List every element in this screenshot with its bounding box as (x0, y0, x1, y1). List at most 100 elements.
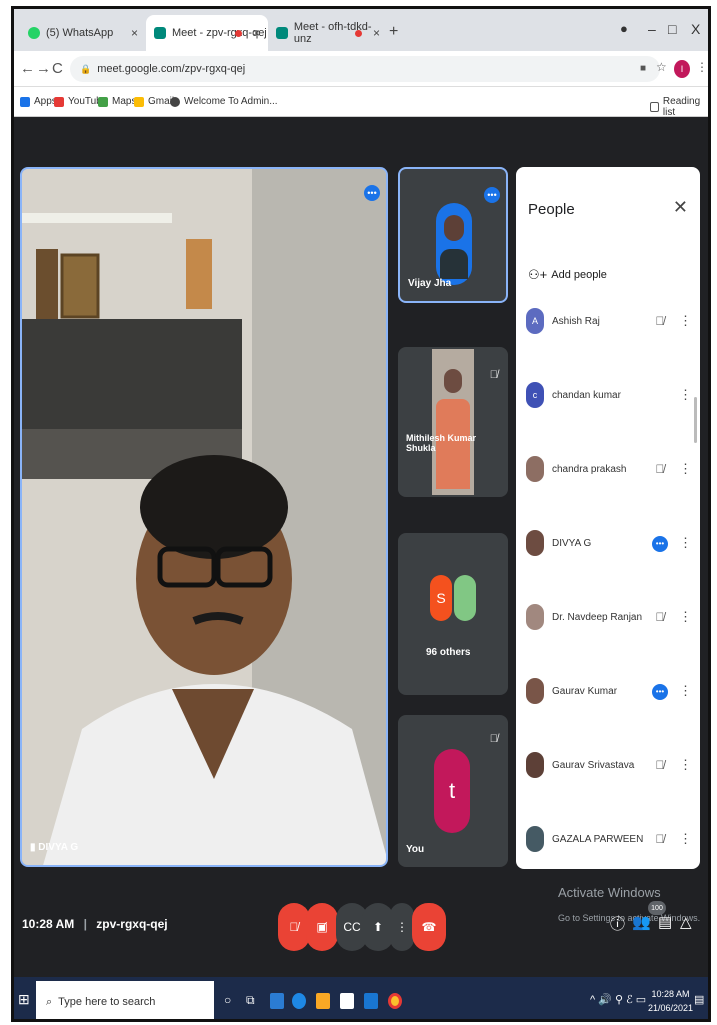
back-icon[interactable]: ← (20, 60, 35, 77)
participant-name: Ashish Raj (552, 315, 600, 327)
url-input[interactable]: 🔒 meet.google.com/zpv-rgxq-qej (70, 56, 660, 82)
participant-tile-vijay[interactable]: ••• Vijay Jha (398, 167, 508, 303)
info-icon[interactable]: ⓘ (610, 913, 625, 934)
camera-indicator-icon[interactable]: ■ (640, 63, 646, 74)
windows-start-icon[interactable]: ⊞ (18, 991, 30, 1008)
avatar-photo (454, 575, 476, 621)
maximize-button[interactable]: □ (668, 21, 676, 37)
profile-avatar[interactable]: I (674, 60, 690, 78)
meeting-time: 10:28 AM (22, 917, 75, 931)
speaker-video (22, 169, 386, 865)
lock-icon: 🔒 (80, 63, 92, 74)
tab-title: (5) WhatsApp (46, 27, 114, 39)
tab-meet-2[interactable]: Meet - ofh-tdkd-unz × (268, 15, 388, 51)
system-tray-icons[interactable]: ^ 🔊 ⚲ ℰ ▭ (590, 993, 646, 1006)
participant-name: Dr. Navdeep Ranjan (552, 611, 643, 623)
participant-row[interactable]: Gaurav Kumar ••• ⋮ (526, 671, 692, 711)
tab-meet-active[interactable]: Meet - zpv-rgxq-qej × (146, 15, 268, 51)
cortana-icon[interactable]: ○ (224, 993, 238, 1009)
participant-menu-icon[interactable]: ⋮ (679, 757, 692, 773)
bookmark-gmail[interactable]: Gmail (134, 96, 174, 107)
participant-row[interactable]: A Ashish Raj 🎙̸ ⋮ (526, 301, 692, 341)
avatar (526, 604, 544, 630)
avatar (436, 203, 472, 285)
app-icon-1[interactable] (270, 993, 284, 1009)
notifications-icon[interactable]: ▤ (694, 993, 704, 1006)
taskbar-clock[interactable]: 10:28 AM 21/06/2021 (648, 987, 693, 1015)
minimize-button[interactable]: – (648, 21, 656, 37)
close-tab-icon[interactable]: × (253, 26, 260, 40)
mail-icon[interactable] (364, 993, 378, 1009)
participant-tile-mithilesh[interactable]: 🎙̸ Mithilesh Kumar Shukla (398, 347, 508, 497)
file-explorer-icon[interactable] (316, 993, 330, 1009)
activate-windows-title: Activate Windows (558, 885, 661, 900)
participant-row[interactable]: c chandan kumar ⋮ (526, 375, 692, 415)
profile-circle-icon[interactable]: ● (620, 21, 628, 36)
avatar (526, 456, 544, 482)
bookmark-star-icon[interactable]: ☆ (656, 60, 667, 74)
more-options-button[interactable]: ⋮ (390, 903, 414, 951)
bookmark-maps[interactable]: Maps (98, 96, 136, 107)
participant-name: You (406, 844, 425, 855)
participant-tile-others[interactable]: S 96 others (398, 533, 508, 695)
chrome-icon[interactable] (388, 993, 402, 1009)
camera-toggle-button[interactable]: ▣̸ (306, 903, 338, 951)
chrome-menu-icon[interactable]: ⋮ (696, 60, 708, 74)
main-speaker-tile[interactable]: ••• ▮ DIVYA G (20, 167, 388, 867)
participant-menu-icon[interactable]: ⋮ (679, 609, 692, 625)
participant-menu-icon[interactable]: ⋮ (679, 535, 692, 551)
leave-call-button[interactable]: ☎ (412, 903, 446, 951)
gmail-icon (134, 96, 144, 107)
meet-icon (154, 27, 166, 39)
participant-menu-icon[interactable]: ⋮ (679, 387, 692, 403)
close-window-button[interactable]: X (691, 21, 700, 37)
avatar: S (430, 575, 452, 621)
speaking-indicator-icon: ••• (651, 683, 669, 700)
chat-icon[interactable]: ▤ (658, 913, 672, 931)
participant-row[interactable]: Dr. Navdeep Ranjan 🎙̸ ⋮ (526, 597, 692, 637)
task-view-icon[interactable]: ⧉ (246, 993, 260, 1009)
participant-menu-icon[interactable]: ⋮ (679, 313, 692, 329)
close-tab-icon[interactable]: × (373, 26, 380, 40)
speaker-name-label: ▮ DIVYA G (30, 842, 79, 853)
store-icon[interactable] (340, 993, 354, 1009)
participant-row[interactable]: chandra prakash 🎙̸ ⋮ (526, 449, 692, 489)
participant-name: DIVYA G (552, 537, 592, 549)
maps-icon (98, 96, 108, 107)
participant-row[interactable]: DIVYA G ••• ⋮ (526, 523, 692, 563)
add-person-icon: ⚇+ (528, 267, 548, 282)
participant-menu-icon[interactable]: ⋮ (679, 831, 692, 847)
avatar (526, 678, 544, 704)
participant-name: Gaurav Srivastava (552, 759, 635, 771)
participant-tile-you[interactable]: t 🎙̸ You (398, 715, 508, 867)
participant-row[interactable]: GAZALA PARWEEN 🎙̸ ⋮ (526, 819, 692, 859)
tile-more-options-icon[interactable]: ••• (484, 187, 500, 203)
tab-whatsapp[interactable]: (5) WhatsApp × (20, 15, 146, 51)
activities-icon[interactable]: △ (680, 913, 692, 931)
close-tab-icon[interactable]: × (131, 26, 138, 40)
close-panel-icon[interactable]: ✕ (673, 197, 688, 218)
clock-date: 21/06/2021 (648, 1003, 694, 1013)
mic-off-icon: 🎙̸ (655, 832, 665, 846)
participant-row[interactable]: Gaurav Srivastava 🎙̸ ⋮ (526, 745, 692, 785)
people-panel: People ✕ ⚇+ Add people A Ashish Raj 🎙̸ ⋮ c ch… (516, 167, 700, 869)
add-people-button[interactable]: ⚇+ Add people (528, 267, 607, 283)
panel-title: People (528, 201, 575, 218)
edge-icon[interactable] (292, 993, 306, 1009)
reload-icon[interactable]: C (52, 60, 63, 77)
bookmark-apps[interactable]: Apps (20, 96, 57, 107)
reading-list-icon (650, 102, 659, 112)
avatar (526, 826, 544, 852)
taskbar-search-input[interactable]: ⌕ Type here to search (36, 981, 214, 1019)
tile-more-options-icon[interactable]: ••• (364, 185, 380, 201)
participant-name: Gaurav Kumar (552, 685, 618, 697)
people-icon[interactable]: 👥 (632, 913, 651, 931)
scrollbar[interactable] (694, 397, 697, 443)
bookmark-admin[interactable]: Welcome To Admin... (170, 96, 278, 107)
participant-menu-icon[interactable]: ⋮ (679, 461, 692, 477)
forward-icon[interactable]: → (36, 60, 51, 77)
new-tab-button[interactable]: + (389, 23, 398, 41)
reading-list-button[interactable]: Reading list (650, 96, 708, 118)
participant-menu-icon[interactable]: ⋮ (679, 683, 692, 699)
mic-off-icon: 🎙̸ (655, 462, 665, 476)
